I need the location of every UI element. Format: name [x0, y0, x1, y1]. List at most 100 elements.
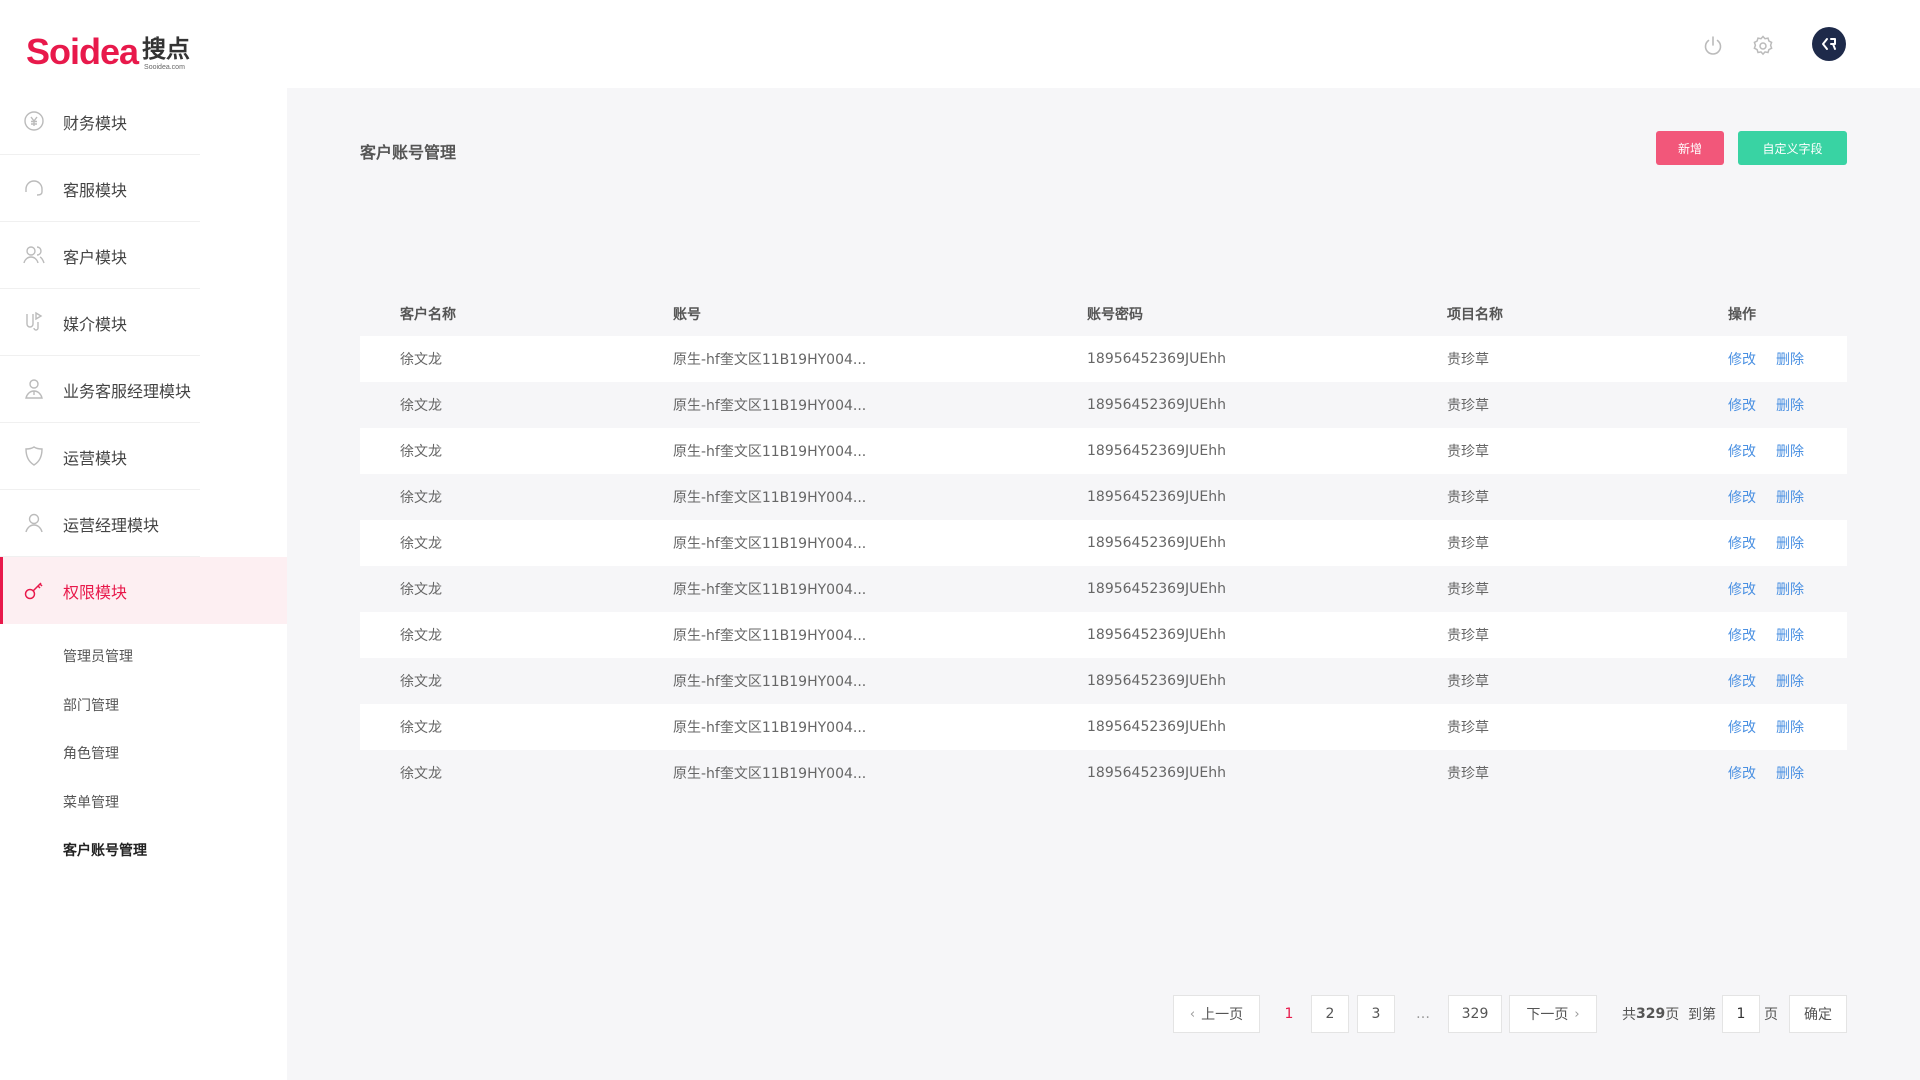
- cell-account: 原生-hf奎文区11B19HY004...: [673, 628, 867, 644]
- page-title: 客户账号管理: [360, 143, 457, 162]
- page-last[interactable]: 329: [1448, 995, 1502, 1033]
- cell-password: 18956452369JUEhh: [1087, 397, 1226, 413]
- key-icon: [22, 578, 46, 602]
- edit-link[interactable]: 修改: [1728, 674, 1756, 690]
- cell-project-name: 贵珍草: [1447, 582, 1489, 598]
- sidebar-item-operation[interactable]: 运营模块: [0, 423, 287, 490]
- delete-link[interactable]: 删除: [1776, 674, 1804, 690]
- sidebar-item-label: 权限模块: [63, 582, 128, 602]
- prev-page-button[interactable]: ‹ 上一页: [1173, 995, 1260, 1033]
- sidebar: 财务模块 客服模块 客户模块 媒介模块 业务客服经理模块 运营模块 运营经理模块…: [0, 88, 287, 1080]
- cell-project-name: 贵珍草: [1447, 352, 1489, 368]
- edit-link[interactable]: 修改: [1728, 766, 1756, 782]
- cell-actions: 修改 删除: [1728, 625, 1824, 645]
- edit-link[interactable]: 修改: [1728, 444, 1756, 460]
- cell-actions: 修改 删除: [1728, 441, 1824, 461]
- cell-actions: 修改 删除: [1728, 395, 1824, 415]
- delete-link[interactable]: 删除: [1776, 444, 1804, 460]
- delete-link[interactable]: 删除: [1776, 398, 1804, 414]
- cell-actions: 修改 删除: [1728, 579, 1824, 599]
- sidebar-item-account-manager[interactable]: 业务客服经理模块: [0, 356, 287, 423]
- table-body: 徐文龙 原生-hf奎文区11B19HY004... 18956452369JUEhh…: [360, 336, 1847, 796]
- headset-icon: [22, 176, 46, 200]
- edit-link[interactable]: 修改: [1728, 352, 1756, 368]
- table-header: 客户名称 账号 账号密码 项目名称 操作: [360, 291, 1847, 336]
- page-3[interactable]: 3: [1357, 995, 1395, 1033]
- edit-link[interactable]: 修改: [1728, 628, 1756, 644]
- sidebar-item-label: 运营经理模块: [63, 515, 160, 535]
- cell-account: 原生-hf奎文区11B19HY004...: [673, 444, 867, 460]
- cell-project-name: 贵珍草: [1447, 444, 1489, 460]
- submenu-role-management[interactable]: 角色管理: [0, 729, 287, 778]
- cell-account: 原生-hf奎文区11B19HY004...: [673, 398, 867, 414]
- cell-customer-name: 徐文龙: [400, 628, 442, 644]
- submenu-customer-account-management[interactable]: 客户账号管理: [0, 826, 287, 875]
- sidebar-item-customer-service[interactable]: 客服模块: [0, 155, 287, 222]
- cell-password: 18956452369JUEhh: [1087, 627, 1226, 643]
- edit-link[interactable]: 修改: [1728, 582, 1756, 598]
- confirm-page-button[interactable]: 确定: [1789, 995, 1847, 1033]
- delete-link[interactable]: 删除: [1776, 582, 1804, 598]
- header-account: 账号: [673, 306, 701, 323]
- cell-account: 原生-hf奎文区11B19HY004...: [673, 720, 867, 736]
- cell-customer-name: 徐文龙: [400, 398, 442, 414]
- delete-link[interactable]: 删除: [1776, 720, 1804, 736]
- cell-password: 18956452369JUEhh: [1087, 719, 1226, 735]
- sidebar-item-permission[interactable]: 权限模块: [0, 557, 287, 624]
- table-row: 徐文龙 原生-hf奎文区11B19HY004... 18956452369JUEhh…: [360, 750, 1847, 796]
- power-icon[interactable]: [1701, 34, 1725, 58]
- table-row: 徐文龙 原生-hf奎文区11B19HY004... 18956452369JUEhh…: [360, 428, 1847, 474]
- sidebar-item-operation-manager[interactable]: 运营经理模块: [0, 490, 287, 557]
- cell-password: 18956452369JUEhh: [1087, 581, 1226, 597]
- cell-customer-name: 徐文龙: [400, 582, 442, 598]
- sidebar-item-finance[interactable]: 财务模块: [0, 88, 287, 155]
- edit-link[interactable]: 修改: [1728, 490, 1756, 506]
- delete-link[interactable]: 删除: [1776, 536, 1804, 552]
- cell-project-name: 贵珍草: [1447, 720, 1489, 736]
- add-button[interactable]: 新增: [1656, 131, 1724, 165]
- edit-link[interactable]: 修改: [1728, 720, 1756, 736]
- page-2[interactable]: 2: [1311, 995, 1349, 1033]
- delete-link[interactable]: 删除: [1776, 490, 1804, 506]
- custom-field-button[interactable]: 自定义字段: [1738, 131, 1847, 165]
- logo[interactable]: Soidea 搜点 Sooidea.com: [26, 22, 190, 72]
- sidebar-item-label: 客服模块: [63, 180, 128, 200]
- sidebar-item-label: 财务模块: [63, 113, 128, 133]
- cell-password: 18956452369JUEhh: [1087, 673, 1226, 689]
- sidebar-item-customer[interactable]: 客户模块: [0, 222, 287, 289]
- shield-icon: [22, 444, 46, 468]
- header-password: 账号密码: [1087, 306, 1143, 323]
- sidebar-item-label: 运营模块: [63, 448, 128, 468]
- header-project-name: 项目名称: [1447, 306, 1503, 323]
- delete-link[interactable]: 删除: [1776, 352, 1804, 368]
- cell-account: 原生-hf奎文区11B19HY004...: [673, 536, 867, 552]
- submenu-menu-management[interactable]: 菜单管理: [0, 778, 287, 827]
- goto-page-input[interactable]: [1722, 995, 1760, 1033]
- delete-link[interactable]: 删除: [1776, 628, 1804, 644]
- edit-link[interactable]: 修改: [1728, 398, 1756, 414]
- sidebar-item-media[interactable]: 媒介模块: [0, 289, 287, 356]
- delete-link[interactable]: 删除: [1776, 766, 1804, 782]
- avatar-icon[interactable]: [1812, 27, 1846, 61]
- next-page-button[interactable]: 下一页 ›: [1509, 995, 1597, 1033]
- cell-customer-name: 徐文龙: [400, 352, 442, 368]
- cell-project-name: 贵珍草: [1447, 398, 1489, 414]
- cell-actions: 修改 删除: [1728, 671, 1824, 691]
- total-pages-label: 共 329 页: [1622, 1006, 1680, 1023]
- edit-link[interactable]: 修改: [1728, 536, 1756, 552]
- cell-account: 原生-hf奎文区11B19HY004...: [673, 352, 867, 368]
- table-row: 徐文龙 原生-hf奎文区11B19HY004... 18956452369JUEhh…: [360, 382, 1847, 428]
- user-icon: [22, 511, 46, 535]
- cell-password: 18956452369JUEhh: [1087, 535, 1226, 551]
- gear-icon[interactable]: [1751, 34, 1775, 58]
- submenu-department-management[interactable]: 部门管理: [0, 681, 287, 730]
- header-customer-name: 客户名称: [400, 306, 456, 323]
- yen-circle-icon: [22, 109, 46, 133]
- cell-actions: 修改 删除: [1728, 487, 1824, 507]
- goto-label: 到第: [1688, 1007, 1716, 1023]
- submenu-admin-management[interactable]: 管理员管理: [0, 632, 287, 681]
- page-1[interactable]: 1: [1271, 995, 1307, 1033]
- sidebar-item-label: 媒介模块: [63, 314, 128, 334]
- table-row: 徐文龙 原生-hf奎文区11B19HY004... 18956452369JUEhh…: [360, 612, 1847, 658]
- table-row: 徐文龙 原生-hf奎文区11B19HY004... 18956452369JUEhh…: [360, 658, 1847, 704]
